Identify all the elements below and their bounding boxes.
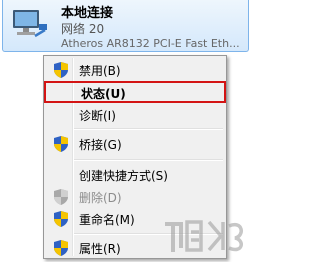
site-watermark-logo — [165, 220, 243, 252]
menu-item-label: 创建快捷方式(S) — [79, 169, 168, 183]
menu-item-label: 诊断(I) — [79, 109, 116, 123]
connection-network: 网络 20 — [61, 22, 105, 36]
menu-item-delete[interactable]: 删除(D) — [46, 186, 224, 208]
menu-item-diagnose[interactable]: 诊断(I) — [46, 104, 224, 126]
menu-item-label: 属性(R) — [79, 242, 121, 256]
menu-item-bridge[interactable]: 桥接(G) — [46, 133, 224, 155]
uac-shield-icon — [54, 136, 68, 152]
menu-item-label: 桥接(G) — [79, 138, 122, 152]
menu-separator — [74, 128, 223, 130]
menu-item-disable[interactable]: 禁用(B) — [46, 59, 224, 81]
uac-shield-icon — [54, 211, 68, 227]
network-adapter-icon — [13, 10, 47, 38]
network-connection-tile[interactable]: 本地连接 网络 20 Atheros AR8132 PCI-E Fast Eth… — [2, 0, 249, 52]
menu-item-label: 状态(U) — [81, 87, 126, 101]
menu-item-create-shortcut[interactable]: 创建快捷方式(S) — [46, 164, 224, 186]
menu-item-label: 禁用(B) — [79, 64, 121, 78]
connection-name: 本地连接 — [61, 6, 114, 21]
uac-shield-icon — [54, 62, 68, 78]
connection-adapter: Atheros AR8132 PCI-E Fast Eth... — [61, 37, 240, 50]
uac-shield-icon — [54, 189, 68, 205]
menu-separator — [74, 159, 223, 161]
uac-shield-icon — [54, 240, 68, 256]
menu-item-label: 重命名(M) — [79, 213, 135, 227]
menu-item-label: 删除(D) — [79, 191, 122, 205]
menu-item-status[interactable]: 状态(U) — [44, 81, 226, 103]
